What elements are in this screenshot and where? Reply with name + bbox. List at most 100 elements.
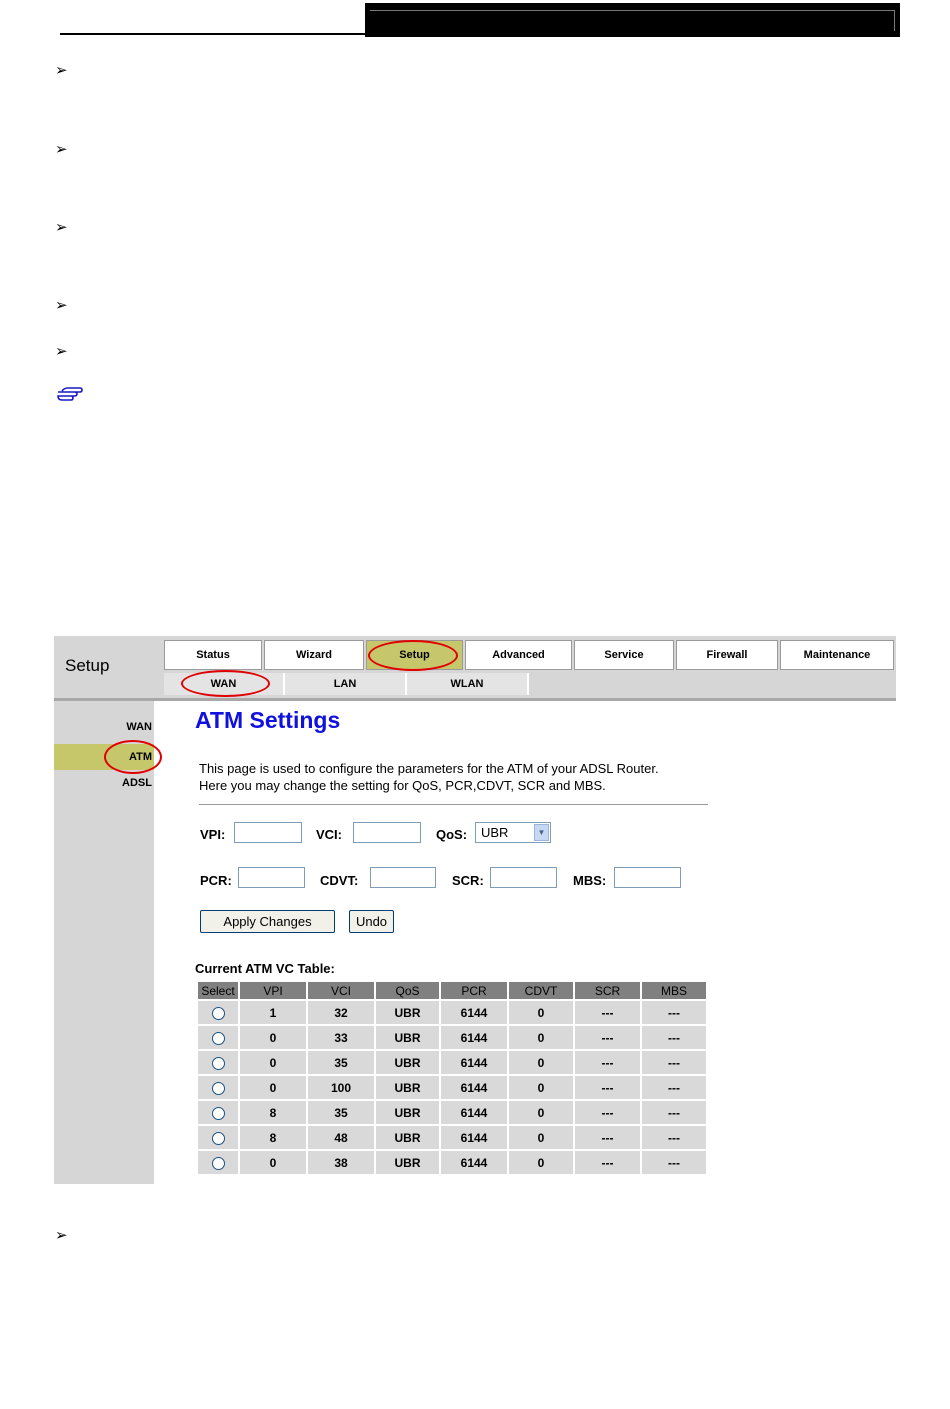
qos-selected-value: UBR xyxy=(481,825,509,840)
table-cell: --- xyxy=(575,1151,640,1174)
column-header: VCI xyxy=(308,982,374,999)
cdvt-input[interactable] xyxy=(370,867,436,888)
table-cell: 8 xyxy=(240,1126,306,1149)
tab-advanced[interactable]: Advanced xyxy=(465,640,572,670)
table-cell: 32 xyxy=(308,1001,374,1024)
vpi-input[interactable] xyxy=(234,822,302,843)
bullet-icon: ➢ xyxy=(55,297,68,314)
tab-firewall[interactable]: Firewall xyxy=(676,640,778,670)
select-radio[interactable] xyxy=(211,1131,225,1145)
highlight-oval-atm xyxy=(104,740,162,774)
table-cell: UBR xyxy=(376,1026,439,1049)
table-cell: --- xyxy=(642,1001,706,1024)
description-line: This page is used to configure the param… xyxy=(199,761,659,776)
apply-changes-button[interactable]: Apply Changes xyxy=(200,910,335,933)
bullet-icon: ➢ xyxy=(55,343,68,360)
sidebar-item-adsl[interactable]: ADSL xyxy=(54,777,154,793)
table-cell: 0 xyxy=(240,1151,306,1174)
table-cell: 33 xyxy=(308,1026,374,1049)
chevron-down-icon[interactable]: ▼ xyxy=(534,824,549,841)
page-title: ATM Settings xyxy=(195,707,341,733)
subtab-lan[interactable]: LAN xyxy=(285,673,407,695)
table-cell: --- xyxy=(642,1126,706,1149)
table-cell: 1 xyxy=(240,1001,306,1024)
pointing-hand-icon xyxy=(56,386,84,407)
table-cell: --- xyxy=(642,1076,706,1099)
table-cell: 0 xyxy=(509,1076,573,1099)
table-cell: 8 xyxy=(240,1101,306,1124)
subtab-wlan[interactable]: WLAN xyxy=(407,673,529,695)
tab-wizard[interactable]: Wizard xyxy=(264,640,364,670)
table-cell: 0 xyxy=(509,1051,573,1074)
divider xyxy=(199,804,708,805)
select-cell xyxy=(198,1001,238,1024)
column-header: SCR xyxy=(575,982,640,999)
table-row: 1 32 UBR 6144 0 --- --- xyxy=(198,1001,706,1024)
table-cell: 0 xyxy=(240,1026,306,1049)
table-cell: 0 xyxy=(509,1101,573,1124)
section-title: Setup xyxy=(65,656,110,675)
router-screenshot: Setup Status Wizard Setup Advanced Servi… xyxy=(54,636,896,1184)
vci-input[interactable] xyxy=(353,822,421,843)
table-cell: 6144 xyxy=(441,1076,507,1099)
table-cell: 0 xyxy=(509,1026,573,1049)
table-cell: UBR xyxy=(376,1101,439,1124)
select-cell xyxy=(198,1076,238,1099)
select-radio[interactable] xyxy=(211,1056,225,1070)
scr-input[interactable] xyxy=(490,867,557,888)
table-cell: 6144 xyxy=(441,1051,507,1074)
table-cell: 6144 xyxy=(441,1151,507,1174)
cdvt-label: CDVT: xyxy=(320,873,359,888)
undo-button[interactable]: Undo xyxy=(349,910,394,933)
table-row: 0 38 UBR 6144 0 --- --- xyxy=(198,1151,706,1174)
table-cell: 0 xyxy=(509,1001,573,1024)
tab-status[interactable]: Status xyxy=(164,640,262,670)
table-row: 0 33 UBR 6144 0 --- --- xyxy=(198,1026,706,1049)
table-cell: 35 xyxy=(308,1051,374,1074)
column-header: CDVT xyxy=(509,982,573,999)
table-cell: UBR xyxy=(376,1126,439,1149)
table-cell: UBR xyxy=(376,1051,439,1074)
column-header: VPI xyxy=(240,982,306,999)
select-cell xyxy=(198,1151,238,1174)
select-cell xyxy=(198,1126,238,1149)
pcr-input[interactable] xyxy=(238,867,305,888)
table-cell: 6144 xyxy=(441,1126,507,1149)
select-radio[interactable] xyxy=(211,1006,225,1020)
mbs-input[interactable] xyxy=(614,867,681,888)
page-description: This page is used to configure the param… xyxy=(199,760,659,794)
table-cell: 48 xyxy=(308,1126,374,1149)
select-radio[interactable] xyxy=(211,1106,225,1120)
pcr-label: PCR: xyxy=(200,873,232,888)
table-cell: --- xyxy=(642,1151,706,1174)
column-header: Select xyxy=(198,982,238,999)
bullet-icon: ➢ xyxy=(55,62,68,79)
sidebar-item-wan[interactable]: WAN xyxy=(54,721,154,737)
highlight-oval-wan xyxy=(181,670,270,697)
table-cell: --- xyxy=(575,1126,640,1149)
table-cell: 35 xyxy=(308,1101,374,1124)
table-cell: --- xyxy=(642,1051,706,1074)
header-rule xyxy=(60,33,365,35)
table-cell: UBR xyxy=(376,1076,439,1099)
bullet-icon: ➢ xyxy=(55,219,68,236)
table-cell: 100 xyxy=(308,1076,374,1099)
tab-maintenance[interactable]: Maintenance xyxy=(780,640,894,670)
table-cell: 0 xyxy=(240,1051,306,1074)
header-bar-frame xyxy=(370,10,895,31)
select-radio[interactable] xyxy=(211,1081,225,1095)
table-cell: UBR xyxy=(376,1151,439,1174)
select-cell xyxy=(198,1051,238,1074)
column-header: MBS xyxy=(642,982,706,999)
table-row: 8 35 UBR 6144 0 --- --- xyxy=(198,1101,706,1124)
vpi-label: VPI: xyxy=(200,827,226,842)
qos-select[interactable]: UBR ▼ xyxy=(475,822,551,843)
table-cell: 0 xyxy=(509,1126,573,1149)
table-cell: --- xyxy=(575,1076,640,1099)
select-cell xyxy=(198,1026,238,1049)
select-radio[interactable] xyxy=(211,1031,225,1045)
bullet-icon: ➢ xyxy=(55,1227,68,1244)
tab-service[interactable]: Service xyxy=(574,640,674,670)
mbs-label: MBS: xyxy=(573,873,607,888)
select-radio[interactable] xyxy=(211,1156,225,1170)
